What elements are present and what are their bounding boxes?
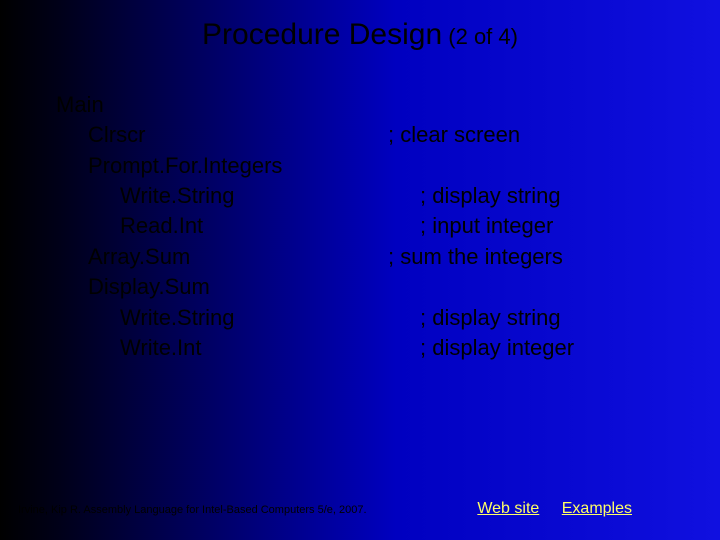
code-line: Clrscr; clear screen bbox=[56, 120, 574, 150]
code-comment: ; clear screen bbox=[388, 120, 520, 150]
slide-title: Procedure Design (2 of 4) bbox=[0, 18, 720, 52]
code-comment: ; display string bbox=[420, 303, 561, 333]
code-comment: ; sum the integers bbox=[388, 242, 563, 272]
code-line: Read.Int; input integer bbox=[56, 211, 574, 241]
footer-citation: Irvine, Kip R. Assembly Language for Int… bbox=[18, 504, 367, 516]
code-line: Array.Sum; sum the integers bbox=[56, 242, 574, 272]
proc-name: Array.Sum bbox=[56, 242, 388, 272]
code-comment: ; display string bbox=[420, 181, 561, 211]
code-line: Write.Int; display integer bbox=[56, 333, 574, 363]
proc-name: Prompt.For.Integers bbox=[56, 151, 388, 181]
code-comment: ; input integer bbox=[420, 211, 553, 241]
footer-links: Web site Examples bbox=[477, 500, 650, 518]
code-line: Write.String; display string bbox=[56, 181, 574, 211]
proc-name: Write.String bbox=[56, 303, 420, 333]
proc-name: Clrscr bbox=[56, 120, 388, 150]
slide: Procedure Design (2 of 4) Main Clrscr; c… bbox=[0, 0, 720, 540]
proc-name: Write.String bbox=[56, 181, 420, 211]
proc-name: Read.Int bbox=[56, 211, 420, 241]
proc-name: Main bbox=[56, 90, 356, 120]
title-sub: (2 of 4) bbox=[442, 24, 518, 49]
code-line: Main bbox=[56, 90, 574, 120]
proc-name: Write.Int bbox=[56, 333, 420, 363]
proc-name: Display.Sum bbox=[56, 272, 388, 302]
code-line: Prompt.For.Integers bbox=[56, 151, 574, 181]
title-main: Procedure Design bbox=[202, 18, 442, 51]
code-block: Main Clrscr; clear screen Prompt.For.Int… bbox=[56, 90, 574, 363]
code-line: Write.String; display string bbox=[56, 303, 574, 333]
code-line: Display.Sum bbox=[56, 272, 574, 302]
code-comment: ; display integer bbox=[420, 333, 574, 363]
examples-link[interactable]: Examples bbox=[562, 500, 632, 517]
website-link[interactable]: Web site bbox=[477, 500, 539, 517]
